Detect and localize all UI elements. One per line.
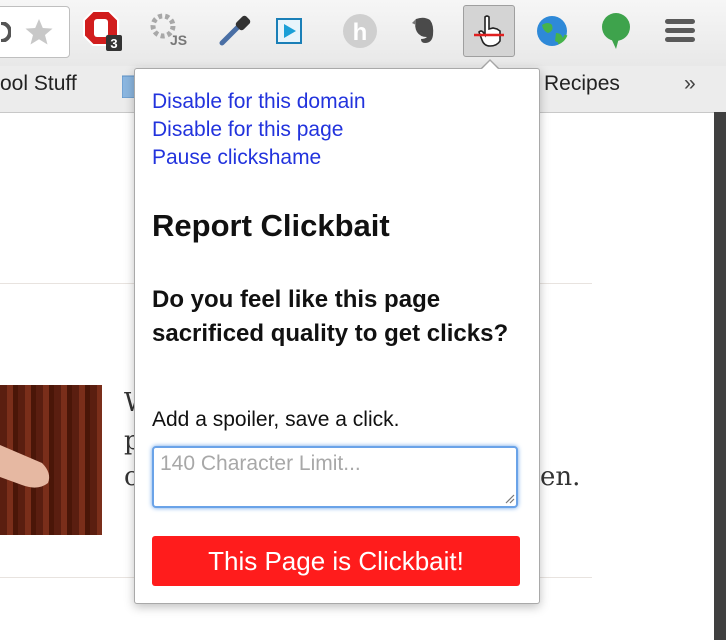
report-heading: Report Clickbait bbox=[152, 208, 390, 243]
clickshame-button[interactable] bbox=[463, 5, 515, 57]
globe-icon bbox=[537, 16, 568, 46]
speech-bubble-icon bbox=[602, 13, 630, 49]
spoiler-input[interactable] bbox=[152, 446, 518, 508]
speech-button[interactable] bbox=[594, 8, 638, 54]
article-thumbnail[interactable] bbox=[0, 385, 102, 535]
adblock-badge: 3 bbox=[110, 36, 117, 51]
omnibox[interactable] bbox=[0, 6, 70, 58]
h-button[interactable]: h bbox=[338, 8, 382, 54]
script-js-icon: JS bbox=[150, 13, 187, 48]
thumbnail-leg-image bbox=[0, 445, 50, 488]
svg-text:h: h bbox=[353, 19, 368, 46]
popup-caret-fill bbox=[481, 61, 499, 70]
adblock-button[interactable]: 3 bbox=[80, 8, 124, 54]
play-button[interactable] bbox=[268, 8, 312, 54]
evernote-button[interactable] bbox=[402, 8, 446, 54]
clickbait-question: Do you feel like this page sacrificed qu… bbox=[152, 286, 509, 347]
report-clickbait-button[interactable]: This Page is Clickbait! bbox=[152, 536, 520, 586]
eyedropper-icon bbox=[219, 15, 251, 46]
eyedropper-button[interactable] bbox=[212, 8, 256, 54]
h-icon: h bbox=[343, 14, 377, 48]
evernote-icon bbox=[412, 17, 434, 43]
resize-grip-icon[interactable] bbox=[503, 492, 515, 504]
clickshame-icon bbox=[474, 15, 504, 47]
adblock-icon: 3 bbox=[83, 10, 122, 51]
disable-page-link[interactable]: Disable for this page bbox=[152, 117, 343, 143]
pause-clickshame-link[interactable]: Pause clickshame bbox=[152, 145, 321, 171]
disable-domain-link[interactable]: Disable for this domain bbox=[152, 89, 366, 115]
spoiler-label: Add a spoiler, save a click. bbox=[152, 408, 400, 431]
bookmark-cool-stuff[interactable]: ool Stuff bbox=[0, 72, 77, 96]
menu-icon bbox=[665, 19, 695, 42]
chrome-menu-button[interactable] bbox=[658, 8, 702, 54]
browser-toolbar: 3 JS h bbox=[0, 0, 726, 66]
script-button[interactable]: JS bbox=[146, 8, 190, 54]
lock-partial-icon bbox=[1, 22, 11, 42]
bookmarks-overflow-chevron[interactable]: » bbox=[684, 72, 696, 96]
window-edge bbox=[714, 112, 726, 640]
bookmark-recipes[interactable]: Recipes bbox=[544, 72, 620, 96]
play-icon bbox=[276, 18, 302, 44]
article-text-fragment: en. bbox=[540, 462, 581, 492]
svg-text:JS: JS bbox=[170, 32, 187, 48]
globe-button[interactable] bbox=[530, 8, 574, 54]
star-icon[interactable] bbox=[24, 18, 54, 46]
